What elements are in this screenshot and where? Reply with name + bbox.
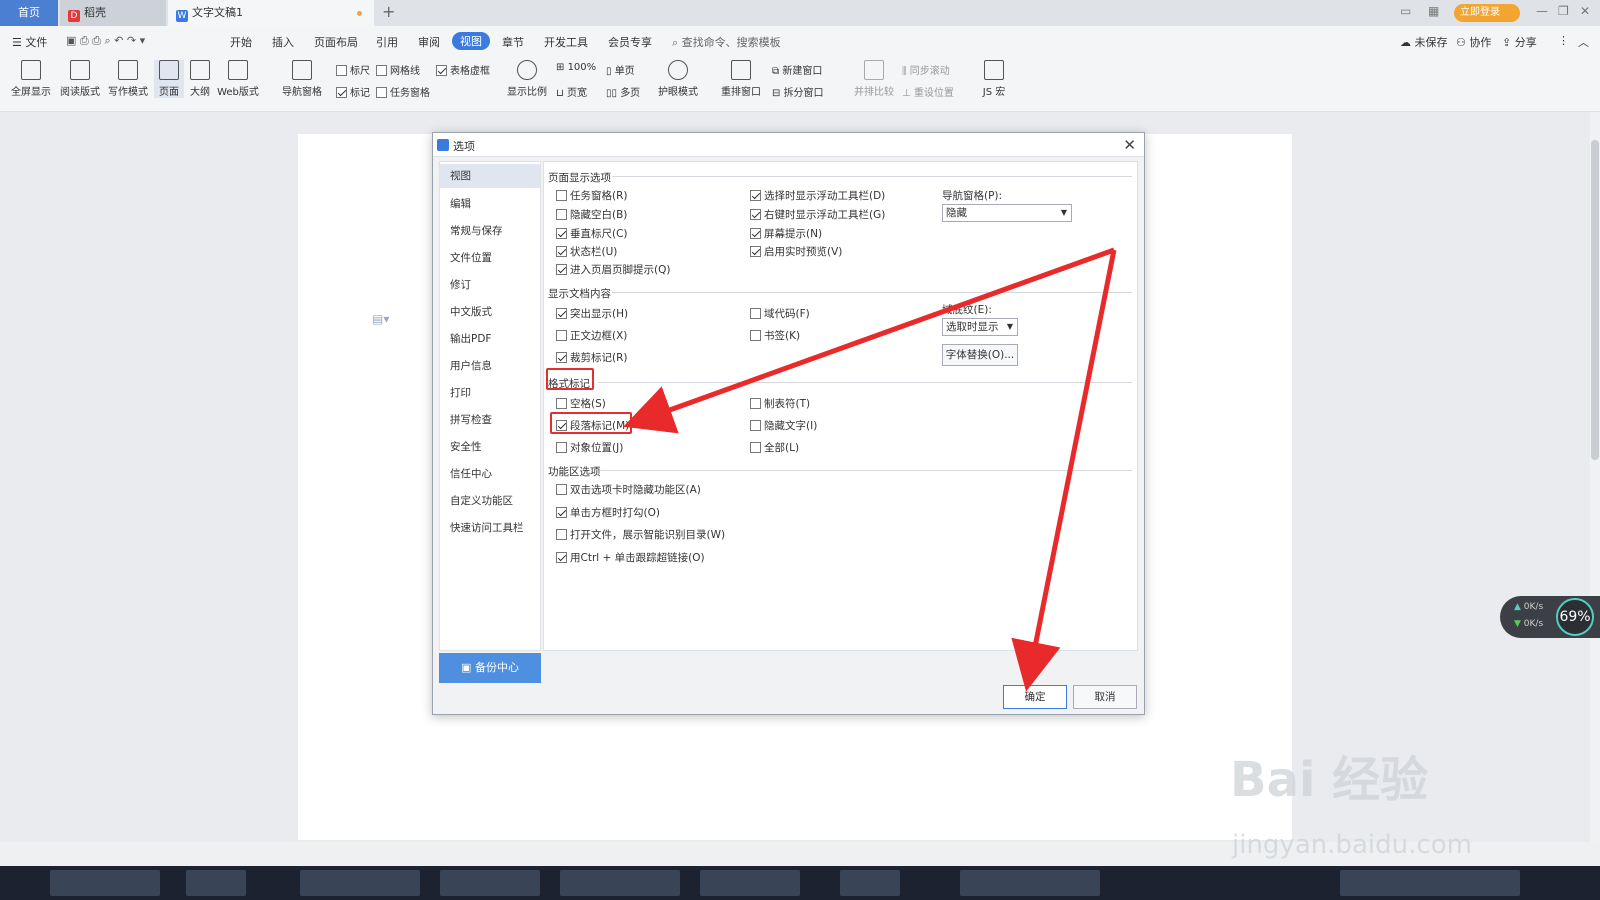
download-speed-value: 0K/s [1523,619,1544,629]
download-speed: ▼ 0K/s [1514,619,1543,629]
download-arrow-icon: ▼ [1514,619,1521,629]
upload-speed-value: 0K/s [1523,602,1544,612]
baidu-watermark-url: jingyan.baidu.com [1232,830,1472,860]
memory-percentage: 69% [1556,598,1594,636]
upload-arrow-icon: ▲ [1514,602,1521,612]
arrow-to-paragraph-mark [623,247,1115,434]
upload-speed: ▲ 0K/s [1514,602,1543,612]
baidu-watermark-logo: Bai 经验 [1230,752,1429,808]
arrow-to-ok-button [1011,249,1117,692]
